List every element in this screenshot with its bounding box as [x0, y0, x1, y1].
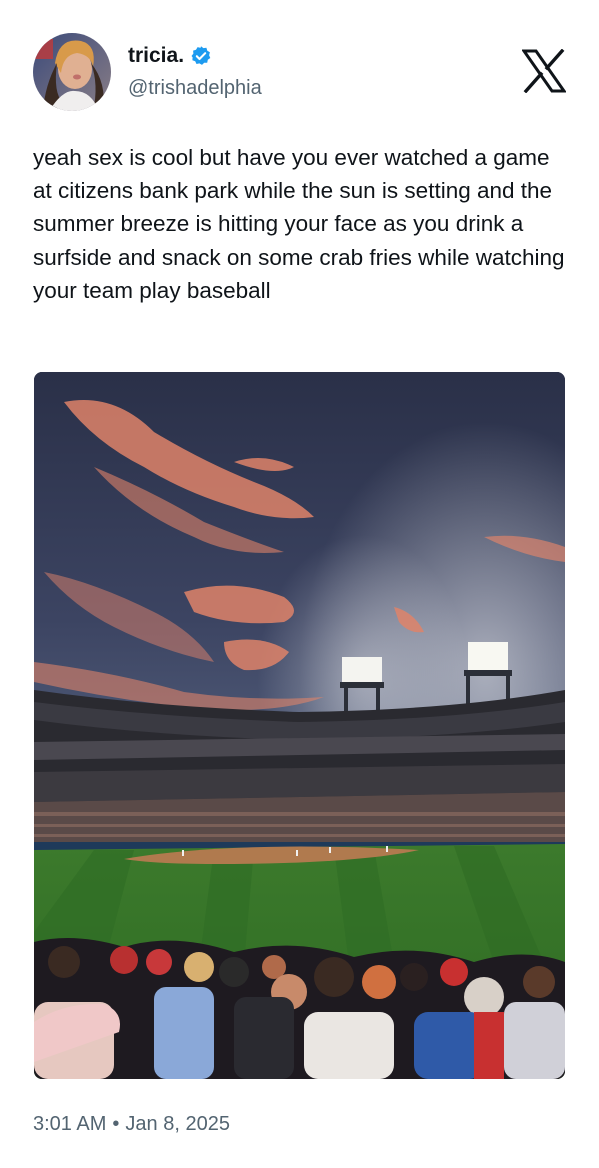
baseball-stadium-sunset-photo	[34, 372, 565, 1079]
name-row: tricia.	[128, 43, 212, 69]
x-logo-icon[interactable]	[522, 49, 566, 93]
avatar[interactable]	[33, 33, 111, 111]
handle[interactable]: @trishadelphia	[128, 75, 262, 101]
separator-dot: •	[112, 1113, 120, 1135]
tweet-media[interactable]	[34, 372, 565, 1079]
profile-photo-icon	[33, 33, 111, 111]
display-name[interactable]: tricia.	[128, 43, 184, 69]
tweet-date: Jan 8, 2025	[125, 1113, 230, 1135]
verified-badge-icon	[191, 46, 211, 65]
tweet-timestamp[interactable]: 3:01 AM • Jan 8, 2025	[33, 1110, 230, 1138]
tweet-header: tricia. @trishadelphia	[33, 33, 566, 111]
tweet-time: 3:01 AM	[33, 1113, 107, 1135]
tweet-text: yeah sex is cool but have you ever watch…	[33, 145, 565, 303]
